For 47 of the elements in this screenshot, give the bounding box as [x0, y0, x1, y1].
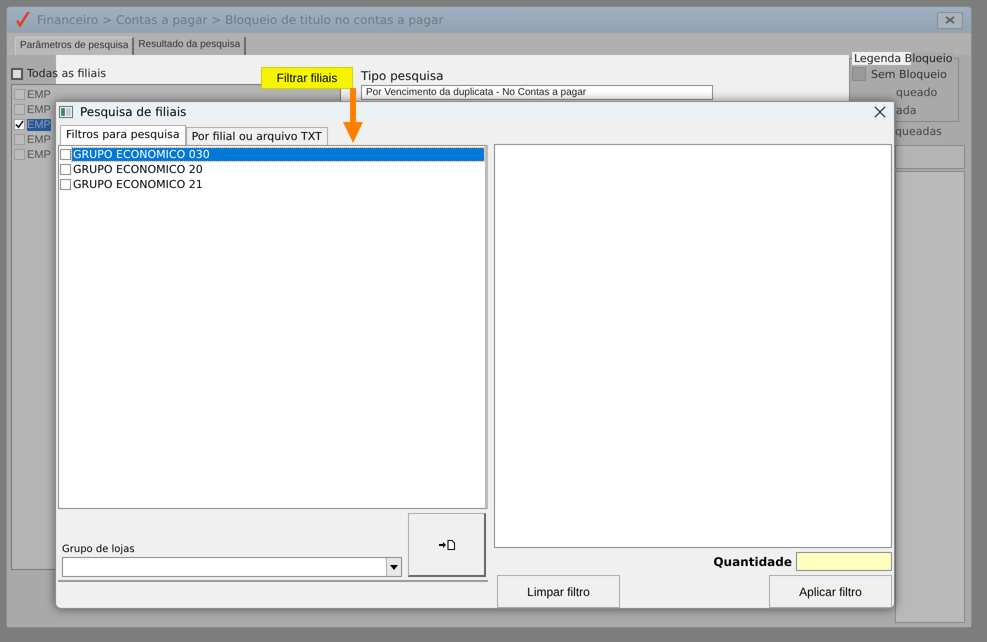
window-title: Financeiro > Contas a pagar > Bloqueio de titulo no contas a pagar: [37, 13, 444, 27]
annotation-arrow: [343, 88, 363, 143]
quantity-field[interactable]: [796, 552, 892, 571]
checkbox[interactable]: [60, 149, 71, 160]
checkbox[interactable]: [60, 179, 71, 190]
close-icon: [945, 16, 955, 24]
import-button[interactable]: [408, 513, 486, 577]
checkbox[interactable]: [14, 134, 25, 145]
search-type-dropdown[interactable]: Por Vencimento da duplicata - No Contas a pagar: [361, 85, 713, 100]
tab[interactable]: Por filial ou arquivo TXT: [186, 127, 328, 145]
tab[interactable]: Filtros para pesquisa: [60, 125, 186, 145]
dialog-title: Pesquisa de filiais: [80, 104, 186, 118]
close-button[interactable]: [937, 12, 963, 28]
list-item[interactable]: GRUPO ECONOMICO 030: [72, 148, 484, 161]
legend-label: Sem Bloqueio: [871, 68, 947, 80]
checkbox[interactable]: [14, 119, 25, 130]
filter-button[interactable]: Filtrar filiais: [261, 67, 353, 89]
checkmark-logo-icon: [15, 11, 31, 29]
store-group-dropdown[interactable]: [62, 557, 402, 577]
field-label: Quantidade: [713, 554, 792, 568]
checkbox[interactable]: [14, 104, 25, 115]
close-icon[interactable]: [874, 106, 886, 118]
list-item[interactable]: EMP: [27, 134, 51, 146]
button[interactable]: Limpar filtro: [497, 575, 620, 608]
field-label: Tipo pesquisa: [361, 69, 444, 83]
checkbox[interactable]: [60, 164, 71, 175]
arrow-document-icon: [438, 540, 454, 550]
legend-label: ada: [896, 104, 916, 116]
checkbox[interactable]: [14, 89, 25, 100]
group-title: Legenda Bloqueio: [852, 52, 954, 65]
checkbox[interactable]: [11, 68, 23, 80]
list-item[interactable]: GRUPO ECONOMICO 20: [72, 163, 484, 176]
legend-label: queado: [896, 86, 938, 98]
list-item[interactable]: GRUPO ECONOMICO 21: [72, 178, 484, 191]
caret-icon: [390, 564, 398, 570]
panel-button[interactable]: [895, 145, 965, 169]
field-label: Grupo de lojas: [62, 544, 136, 555]
list-item[interactable]: EMP: [27, 104, 51, 116]
list-item[interactable]: EMP: [27, 88, 51, 100]
checkbox[interactable]: [14, 149, 25, 160]
legend-note: queadas: [895, 125, 942, 138]
tab[interactable]: Parâmetros de pesquisa: [15, 37, 134, 55]
window-icon: [59, 106, 73, 118]
button[interactable]: Aplicar filtro: [769, 575, 892, 608]
list-item[interactable]: EMP: [27, 148, 51, 160]
checkbox-label: Todas as filiais: [27, 67, 106, 80]
legend-swatch: [852, 67, 866, 81]
